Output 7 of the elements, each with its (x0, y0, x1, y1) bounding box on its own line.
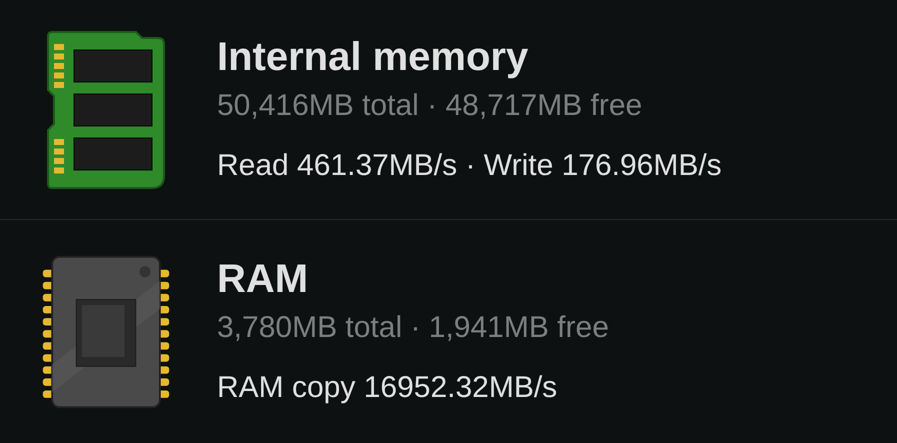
item-speed: RAM copy 16952.32MB/s (217, 370, 558, 406)
item-summary: 3,780MB total · 1,941MB free (217, 310, 609, 346)
item-summary: 50,416MB total · 48,717MB free (217, 88, 644, 124)
memory-card-icon (46, 30, 166, 190)
item-title: RAM (217, 256, 310, 302)
item-speed: Read 461.37MB/s · Write 176.96MB/s (217, 148, 722, 184)
item-title: Internal memory (217, 34, 530, 80)
